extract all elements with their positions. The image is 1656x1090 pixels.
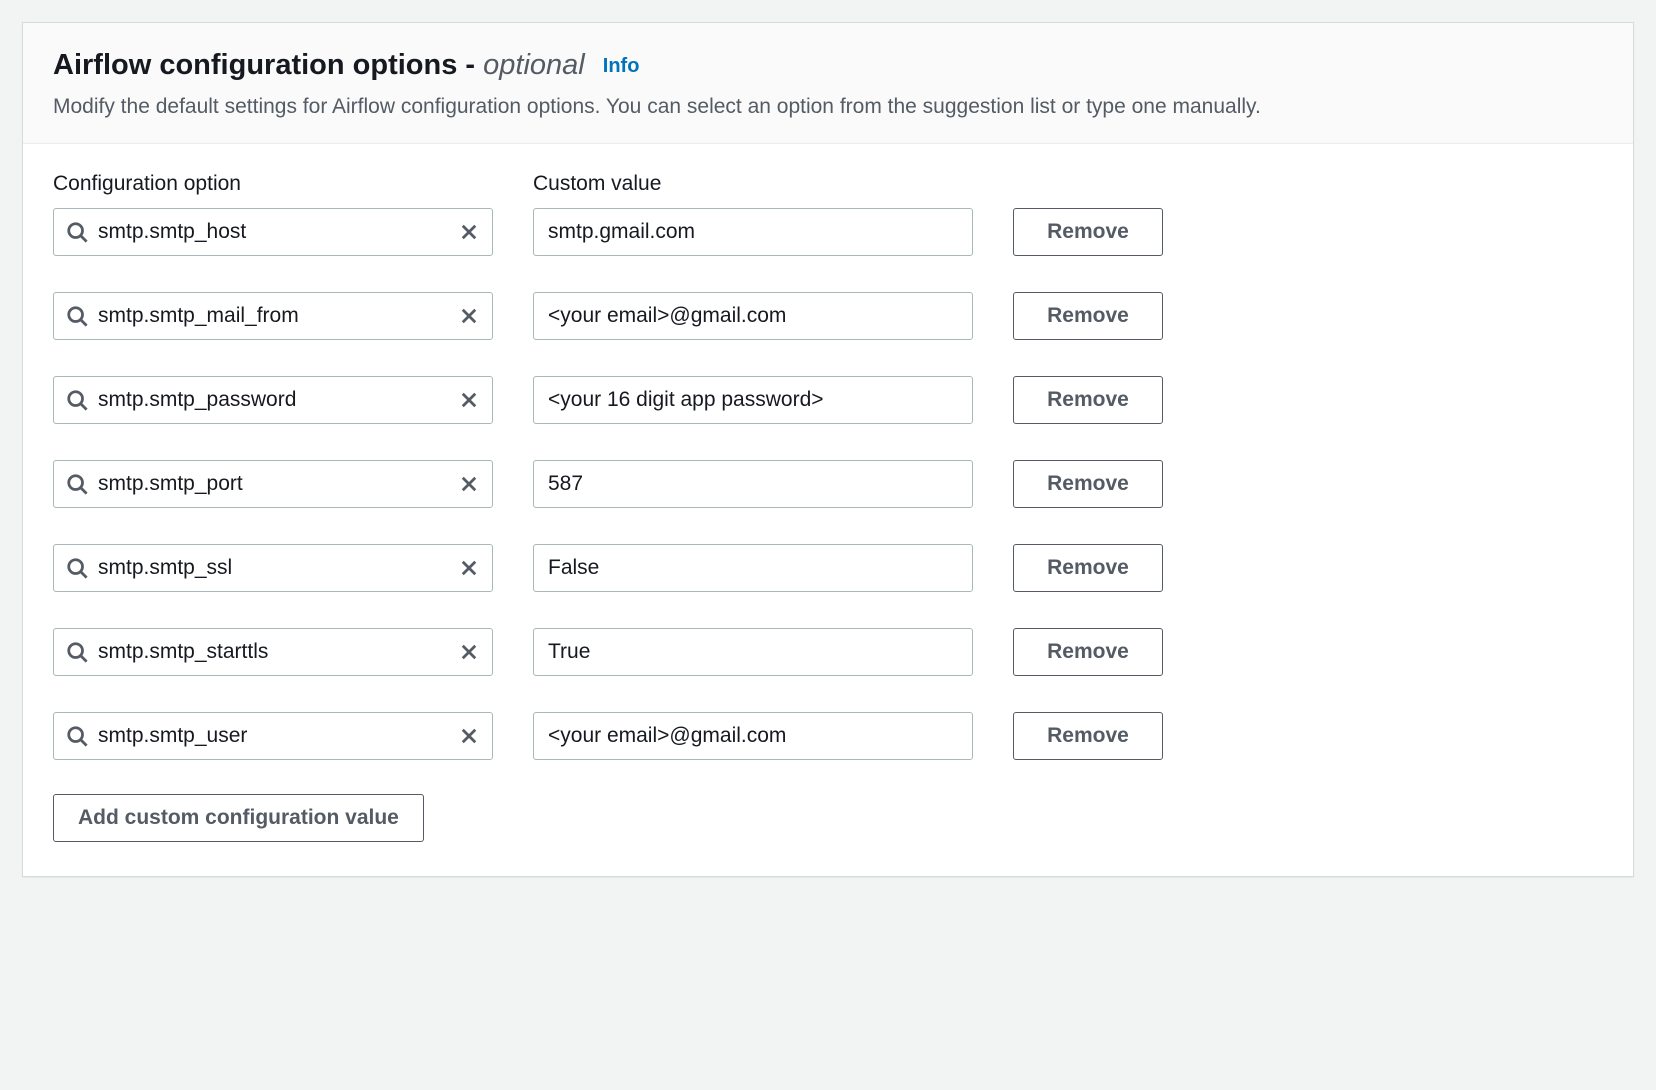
config-rows: Remove Remove	[53, 208, 1603, 760]
panel-description: Modify the default settings for Airflow …	[53, 92, 1603, 121]
search-icon	[66, 557, 88, 579]
config-option-input[interactable]	[98, 724, 456, 748]
config-row: Remove	[53, 628, 1603, 676]
config-row: Remove	[53, 208, 1603, 256]
custom-value-input[interactable]	[533, 628, 973, 676]
custom-value-input[interactable]	[533, 376, 973, 424]
info-link[interactable]: Info	[603, 55, 640, 77]
remove-button[interactable]: Remove	[1013, 292, 1163, 340]
panel-title: Airflow configuration options - optional	[53, 49, 593, 81]
config-option-field[interactable]	[53, 712, 493, 760]
panel-title-line: Airflow configuration options - optional…	[53, 49, 1603, 82]
search-icon	[66, 305, 88, 327]
clear-icon[interactable]	[456, 555, 482, 581]
panel-header: Airflow configuration options - optional…	[23, 23, 1633, 144]
config-option-input[interactable]	[98, 556, 456, 580]
clear-icon[interactable]	[456, 639, 482, 665]
clear-icon[interactable]	[456, 387, 482, 413]
remove-button[interactable]: Remove	[1013, 544, 1163, 592]
config-option-field[interactable]	[53, 292, 493, 340]
config-row: Remove	[53, 292, 1603, 340]
config-option-input[interactable]	[98, 640, 456, 664]
config-option-field[interactable]	[53, 628, 493, 676]
config-row: Remove	[53, 376, 1603, 424]
config-option-input[interactable]	[98, 472, 456, 496]
config-row: Remove	[53, 460, 1603, 508]
search-icon	[66, 725, 88, 747]
clear-icon[interactable]	[456, 303, 482, 329]
config-option-field[interactable]	[53, 376, 493, 424]
columns-header: Configuration option Custom value	[53, 172, 1603, 196]
panel-title-main: Airflow configuration options	[53, 49, 457, 81]
search-icon	[66, 389, 88, 411]
config-option-input[interactable]	[98, 220, 456, 244]
remove-button[interactable]: Remove	[1013, 712, 1163, 760]
search-icon	[66, 641, 88, 663]
clear-icon[interactable]	[456, 219, 482, 245]
custom-value-input[interactable]	[533, 292, 973, 340]
config-option-input[interactable]	[98, 388, 456, 412]
panel-title-optional: optional	[483, 49, 585, 81]
config-row: Remove	[53, 712, 1603, 760]
custom-value-input[interactable]	[533, 712, 973, 760]
config-option-field[interactable]	[53, 460, 493, 508]
clear-icon[interactable]	[456, 471, 482, 497]
custom-value-input[interactable]	[533, 208, 973, 256]
remove-button[interactable]: Remove	[1013, 208, 1163, 256]
column-header-config: Configuration option	[53, 172, 493, 196]
config-option-field[interactable]	[53, 544, 493, 592]
search-icon	[66, 473, 88, 495]
config-option-field[interactable]	[53, 208, 493, 256]
custom-value-input[interactable]	[533, 544, 973, 592]
column-header-value: Custom value	[533, 172, 973, 196]
config-options-panel: Airflow configuration options - optional…	[22, 22, 1634, 877]
remove-button[interactable]: Remove	[1013, 376, 1163, 424]
panel-body: Configuration option Custom value Remove	[23, 144, 1633, 876]
search-icon	[66, 221, 88, 243]
clear-icon[interactable]	[456, 723, 482, 749]
config-row: Remove	[53, 544, 1603, 592]
panel-title-separator: -	[457, 49, 483, 81]
remove-button[interactable]: Remove	[1013, 460, 1163, 508]
remove-button[interactable]: Remove	[1013, 628, 1163, 676]
custom-value-input[interactable]	[533, 460, 973, 508]
config-option-input[interactable]	[98, 304, 456, 328]
add-config-button[interactable]: Add custom configuration value	[53, 794, 424, 842]
